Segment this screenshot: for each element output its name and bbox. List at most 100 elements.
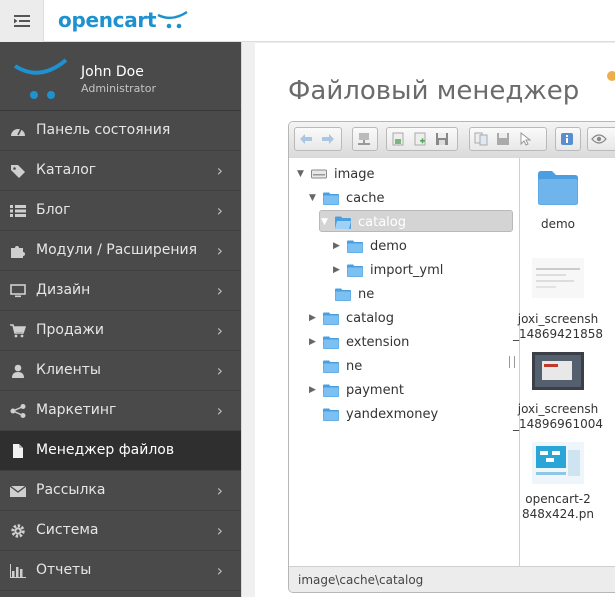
chevron-right-icon: › <box>216 201 223 220</box>
sidebar-scrollbar[interactable] <box>241 42 255 597</box>
file-item-demo[interactable]: demo <box>508 170 608 232</box>
copy-button[interactable] <box>470 128 492 150</box>
menu-toggle-button[interactable] <box>0 0 44 42</box>
open-button[interactable] <box>387 128 409 150</box>
tree-label: ne <box>346 358 363 374</box>
folder-icon <box>323 312 339 325</box>
nav-item-marketing[interactable]: Маркетинг › <box>0 391 241 431</box>
nav-item-design[interactable]: Дизайн › <box>0 271 241 311</box>
chevron-right-icon: › <box>216 241 223 260</box>
file-item-joxi-1[interactable]: joxi_screensh _14869421858 <box>508 258 608 342</box>
chevron-right-icon: › <box>216 561 223 580</box>
tree-node-demo[interactable]: ▶ demo <box>333 236 407 256</box>
expand-right-icon[interactable]: ▶ <box>333 265 343 275</box>
user-name: John Doe <box>81 64 144 80</box>
image-thumbnail-icon <box>532 352 584 390</box>
arrow-left-icon <box>300 134 312 144</box>
network-button-group <box>352 127 378 151</box>
file-manager: ▼ image ▼ cache ▼ catalog ▶ demo ▶ impor… <box>288 121 615 593</box>
expand-right-icon[interactable]: ▶ <box>309 313 319 323</box>
tree-node-image[interactable]: ▼ image <box>297 164 375 184</box>
file-name: opencart-2 <box>525 492 591 506</box>
tree-node-payment[interactable]: ▶ payment <box>309 380 404 400</box>
nav-item-catalog[interactable]: Каталог › <box>0 151 241 191</box>
tree-label: import_yml <box>370 262 444 278</box>
tree-label: ne <box>358 286 375 302</box>
sidebar: John Doe Administrator Панель состояния … <box>0 42 241 597</box>
status-bar: image\cache\catalog <box>289 566 615 592</box>
user-profile[interactable]: John Doe Administrator <box>0 42 241 111</box>
nav-label: Каталог <box>36 162 97 178</box>
paste-button[interactable] <box>492 128 514 150</box>
opencart-logo[interactable]: opencart <box>58 8 190 32</box>
new-file-button[interactable] <box>409 128 431 150</box>
nav-item-mailing[interactable]: Рассылка › <box>0 471 241 511</box>
nav-item-sales[interactable]: Продажи › <box>0 311 241 351</box>
nav-label: Панель состояния <box>36 122 171 138</box>
back-button[interactable] <box>295 128 317 150</box>
user-role: Administrator <box>81 82 156 95</box>
edit-button-group <box>469 127 547 151</box>
nav-item-dashboard[interactable]: Панель состояния <box>0 111 241 151</box>
nav-label: Блог <box>36 202 71 218</box>
chevron-right-icon: › <box>216 361 223 380</box>
forward-button[interactable] <box>317 128 339 150</box>
chevron-right-icon: › <box>216 521 223 540</box>
folder-icon <box>323 192 339 205</box>
file-name-continued: _14896961004 <box>513 417 603 431</box>
nav-label: Маркетинг <box>36 402 117 418</box>
file-name: joxi_screensh <box>517 402 599 416</box>
cart-logo-icon <box>157 10 188 29</box>
copy-icon <box>474 132 488 146</box>
tree-node-cache[interactable]: ▼ cache <box>309 188 385 208</box>
tree-node-extension[interactable]: ▶ extension <box>309 332 409 352</box>
network-button[interactable] <box>353 128 375 150</box>
select-button[interactable] <box>514 128 536 150</box>
drive-icon <box>311 169 327 179</box>
preview-button[interactable] <box>588 128 610 150</box>
puzzle-icon <box>11 246 25 258</box>
view-button-group <box>587 127 615 151</box>
file-add-icon <box>414 132 426 146</box>
folder-icon <box>323 360 339 373</box>
help-icon[interactable] <box>607 71 615 81</box>
expand-down-icon[interactable]: ▼ <box>297 169 307 179</box>
nav-item-modules[interactable]: Модули / Расширения › <box>0 231 241 271</box>
tree-node-yandexmoney[interactable]: yandexmoney <box>309 404 438 424</box>
info-button[interactable] <box>556 128 578 150</box>
expand-down-icon[interactable]: ▼ <box>321 217 331 227</box>
file-item-joxi-2[interactable]: joxi_screensh _14896961004 <box>508 352 608 432</box>
folder-icon <box>323 336 339 349</box>
menu-icon <box>13 15 30 27</box>
tree-node-ne-root[interactable]: ne <box>309 356 362 376</box>
eye-icon <box>591 134 607 144</box>
folder-icon <box>347 240 363 253</box>
tree-label: yandexmoney <box>346 406 439 422</box>
nav-item-file-manager[interactable]: Менеджер файлов <box>0 431 241 471</box>
expand-right-icon[interactable]: ▶ <box>309 337 319 347</box>
tree-node-catalog[interactable]: ▶ catalog <box>309 308 394 328</box>
nav-button-group <box>294 127 342 151</box>
expand-down-icon[interactable]: ▼ <box>309 193 319 203</box>
file-item-opencart[interactable]: opencart-2 848x424.pn <box>508 442 608 522</box>
expand-right-icon[interactable]: ▶ <box>309 385 319 395</box>
file-manager-toolbar <box>289 122 615 159</box>
top-header: opencart <box>0 0 615 42</box>
nav-label: Отчеты <box>36 562 92 578</box>
envelope-icon <box>10 485 26 497</box>
nav-item-blog[interactable]: Блог › <box>0 191 241 231</box>
nav-item-reports[interactable]: Отчеты › <box>0 551 241 591</box>
tree-node-ne[interactable]: ne <box>321 284 374 304</box>
avatar <box>13 58 68 99</box>
nav-label: Модули / Расширения <box>36 242 198 258</box>
cog-icon <box>11 524 25 538</box>
nav-item-customers[interactable]: Клиенты › <box>0 351 241 391</box>
folder-open-icon <box>335 216 351 229</box>
expand-right-icon[interactable]: ▶ <box>333 241 343 251</box>
nav-item-system[interactable]: Система › <box>0 511 241 551</box>
save-button[interactable] <box>431 128 453 150</box>
page-title: Файловый менеджер <box>288 76 580 107</box>
monitor-icon <box>10 284 26 298</box>
tree-node-import-yml[interactable]: ▶ import_yml <box>333 260 443 280</box>
tree-node-catalog-selected[interactable]: ▼ catalog <box>321 212 406 232</box>
